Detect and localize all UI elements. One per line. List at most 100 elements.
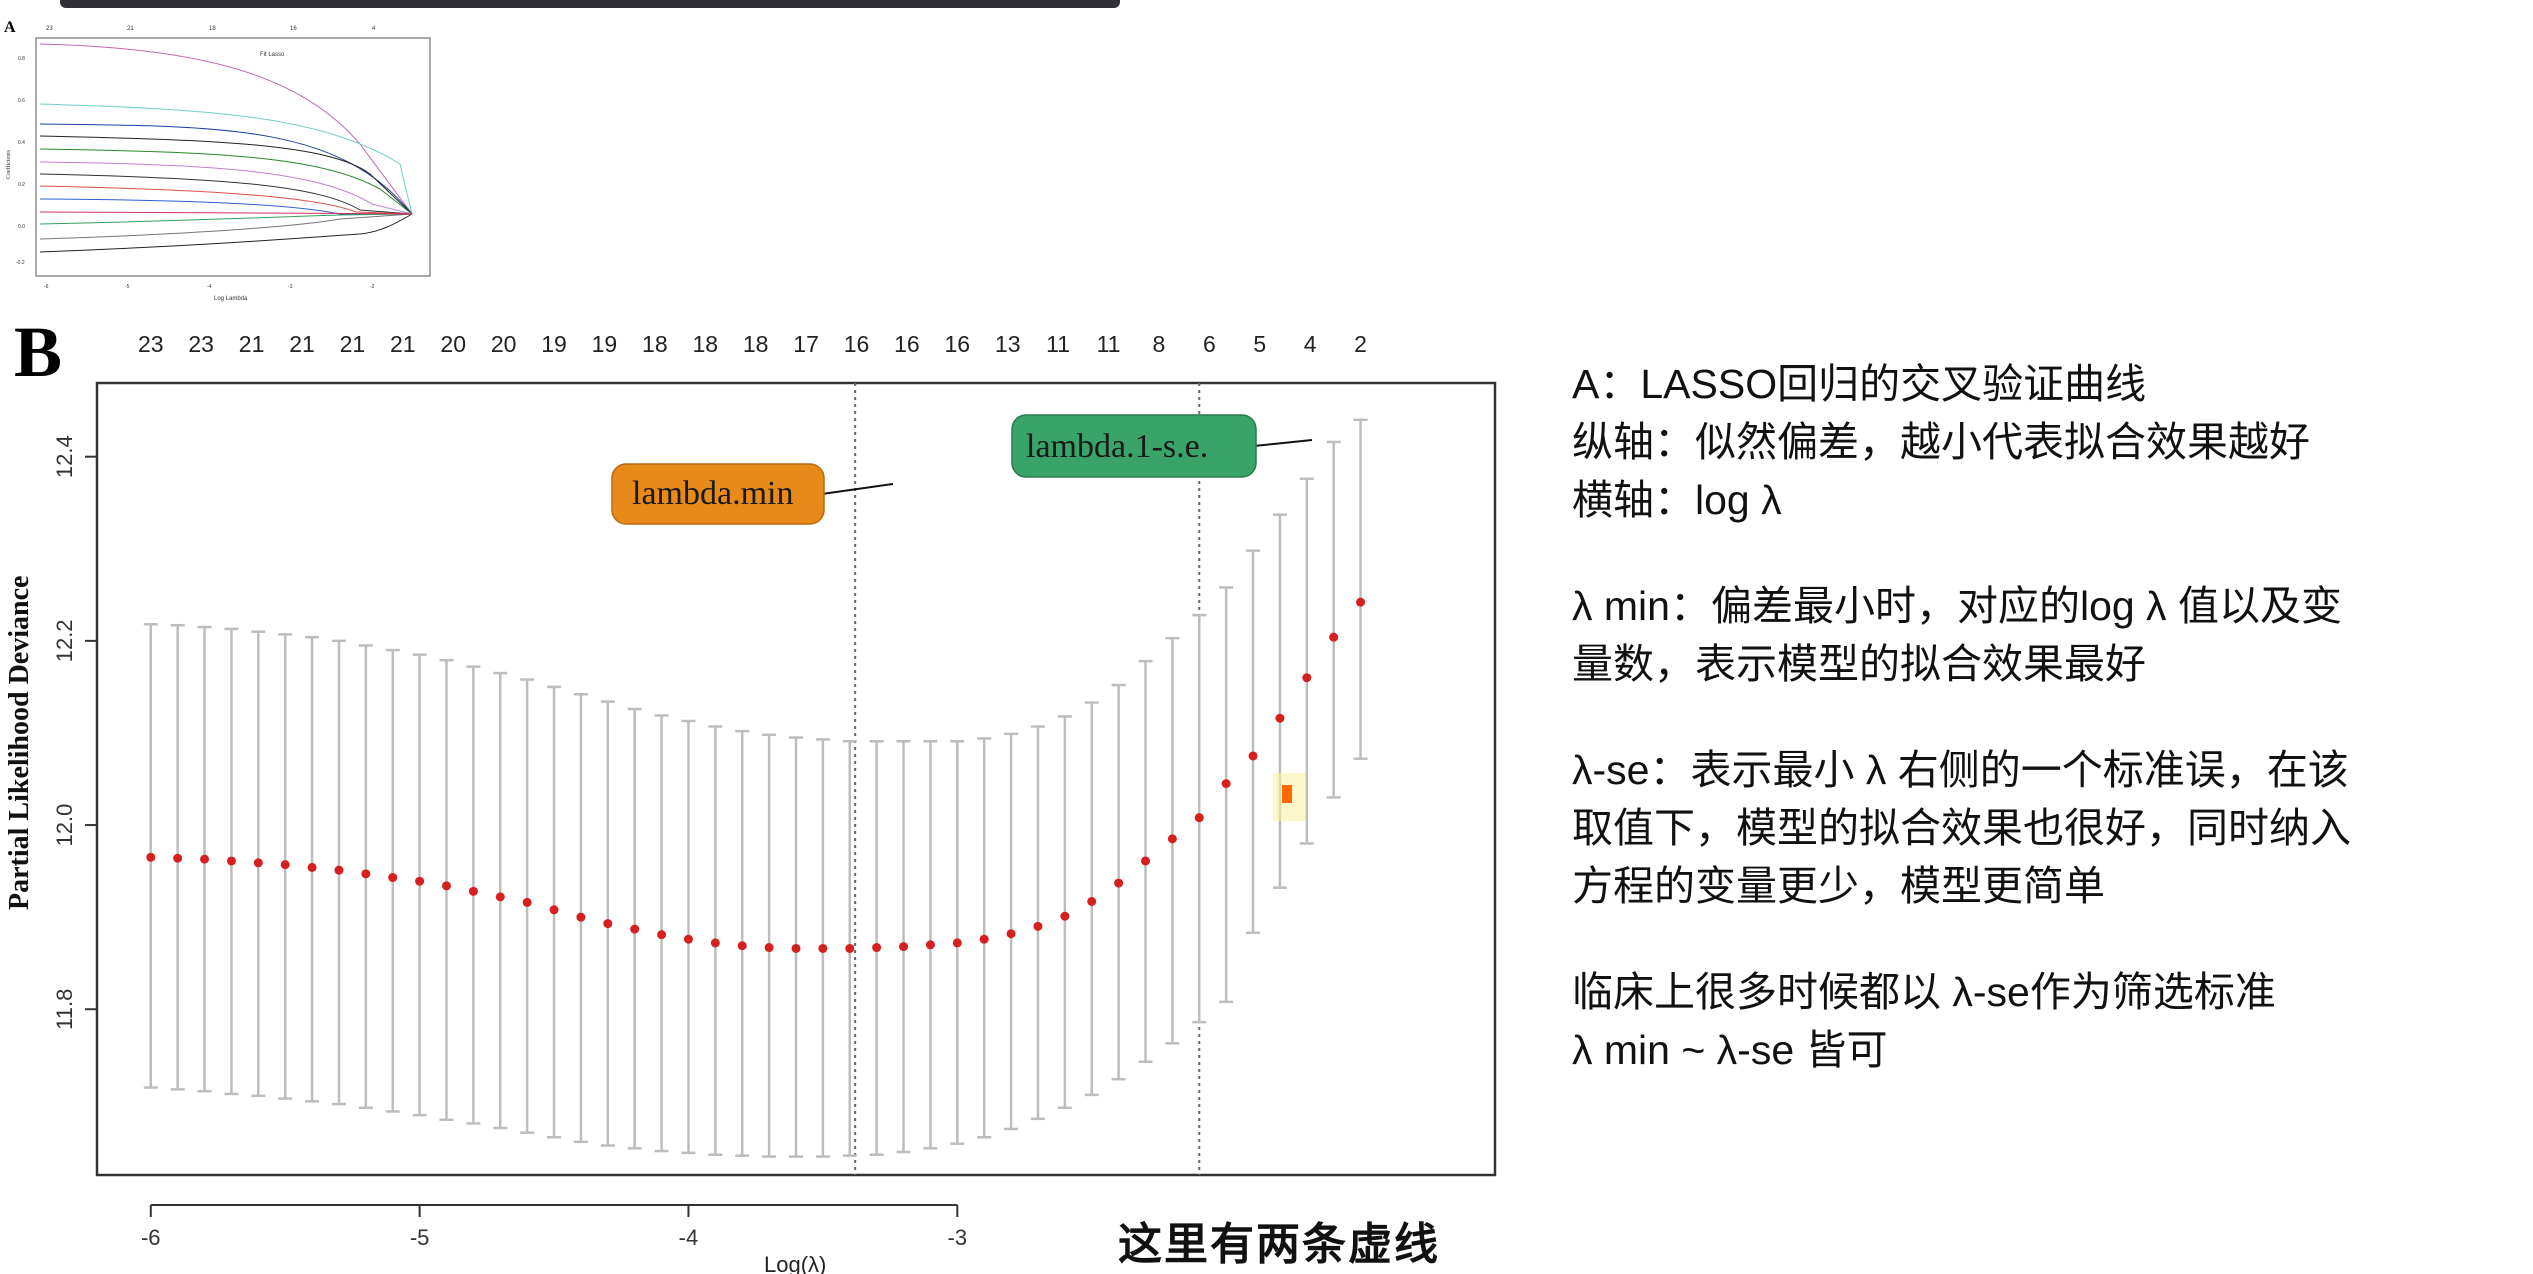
note-paragraph-lambda-se: λ-se：表示最小 λ 右侧的一个标准误，在该 取值下，模型的拟合效果也很好，同…	[1572, 741, 2512, 915]
panel-a-x-tick: -2	[370, 284, 375, 290]
panel-a-letter: A	[4, 19, 16, 36]
data-point	[710, 938, 720, 948]
panel-a-x-tick: -6	[44, 284, 49, 290]
x-tick-label: -4	[679, 1225, 699, 1250]
panel-a-top-count: 23	[46, 26, 53, 32]
panel-b-points	[146, 597, 1366, 953]
panel-a-top-counts: 23 21 18 16 4	[46, 26, 376, 32]
top-count-label: 16	[844, 331, 870, 357]
data-point	[630, 924, 640, 934]
panel-a-x-tick: -4	[207, 284, 212, 290]
top-count-label: 23	[138, 331, 164, 357]
data-point	[1221, 779, 1231, 789]
top-count-label: 21	[289, 331, 315, 357]
top-count-label: 19	[541, 331, 567, 357]
top-count-label: 16	[894, 331, 920, 357]
panel-b-x-axis: -6 -5 -4 -3	[141, 1204, 967, 1250]
top-count-label: 17	[793, 331, 819, 357]
data-point	[925, 940, 935, 950]
panel-a-top-count: 21	[127, 26, 134, 32]
data-point	[603, 919, 613, 929]
data-point	[1114, 878, 1124, 888]
note-line: 量数，表示模型的拟合效果最好	[1572, 641, 2146, 687]
top-count-label: 13	[995, 331, 1021, 357]
note-line: λ min ~ λ-se 皆可	[1572, 1027, 1888, 1073]
data-point	[280, 860, 290, 870]
data-point	[1141, 856, 1150, 866]
panel-a-y-tick: 0.4	[18, 140, 25, 146]
explanation-notes: A：LASSO回归的交叉验证曲线 纵轴：似然偏差，越小代表拟合效果越好 横轴：l…	[1572, 355, 2512, 1127]
data-point	[1275, 713, 1285, 723]
panel-b-errorbars	[143, 418, 1368, 1158]
note-line: 取值下，模型的拟合效果也很好，同时纳入	[1572, 805, 2351, 851]
panel-a-top-count: 4	[372, 26, 376, 32]
data-point	[1302, 673, 1312, 683]
top-count-label: 20	[491, 331, 517, 357]
data-point	[415, 876, 425, 886]
top-count-label: 19	[592, 331, 618, 357]
data-point	[657, 930, 667, 940]
data-point	[468, 886, 478, 896]
data-point	[791, 943, 801, 953]
panel-b-xlabel: Log(λ)	[764, 1252, 826, 1274]
panel-b-top-counts: 23 23 21 21 21 21 20 20 19 19 18 18 18 17 16 16 16 13 11 11…	[138, 331, 1367, 357]
top-count-label: 11	[1097, 331, 1121, 357]
data-point	[1329, 632, 1339, 642]
x-tick-label: -6	[141, 1225, 161, 1250]
data-point	[173, 853, 183, 863]
top-count-label: 18	[692, 331, 718, 357]
data-point	[1248, 751, 1258, 761]
lambda-min-leader	[821, 483, 894, 495]
data-point	[872, 943, 882, 953]
top-count-label: 18	[743, 331, 769, 357]
data-point	[334, 865, 344, 875]
top-count-label: 18	[642, 331, 668, 357]
top-count-label: 2	[1354, 331, 1367, 357]
panel-a-coefficient-path: A 23 21 18 16 4 Fit Lasso 0.8 0.6 0.4 0.…	[4, 19, 431, 302]
top-count-label: 16	[945, 331, 971, 357]
data-point	[1006, 929, 1016, 939]
note-paragraph-clinical: 临床上很多时候都以 λ-se作为筛选标准 λ min ~ λ-se 皆可	[1572, 963, 2512, 1079]
panel-a-y-tick: -0.2	[16, 260, 25, 266]
panel-a-y-ticks: 0.8 0.6 0.4 0.2 0.0 -0.2	[16, 56, 25, 266]
data-point	[495, 892, 505, 902]
data-point	[361, 869, 371, 879]
data-point	[1033, 921, 1043, 931]
dashed-lines-callout: 这里有两条虚线	[1118, 1220, 1440, 1269]
data-point	[818, 943, 828, 953]
panel-b-ylabel: Partial Likelihood Deviance	[4, 576, 35, 910]
note-line: 横轴：log λ	[1572, 477, 1782, 523]
data-point	[1060, 911, 1070, 921]
panel-a-coefficient-paths	[39, 43, 413, 253]
highlight-marker-core	[1282, 785, 1292, 803]
panel-a-title: Fit Lasso	[260, 52, 285, 58]
data-point	[1167, 834, 1177, 844]
note-line: λ min：偏差最小时，对应的log λ 值以及变	[1572, 583, 2342, 629]
data-point	[979, 934, 989, 944]
panel-a-x-tick: -3	[288, 284, 293, 290]
data-point	[899, 942, 909, 952]
data-point	[952, 938, 962, 948]
y-tick-label: 12.0	[52, 804, 77, 847]
data-point	[200, 854, 210, 864]
data-point	[146, 852, 156, 862]
data-point	[226, 856, 236, 866]
panel-b-vlines	[854, 383, 1201, 1175]
panel-a-y-tick: 0.6	[18, 98, 25, 104]
note-line: A：LASSO回归的交叉验证曲线	[1572, 361, 2147, 407]
data-point	[253, 858, 263, 868]
panel-b-y-axis: 11.8 12.0 12.2 12.4	[52, 435, 97, 1030]
panel-a-top-count: 16	[290, 26, 297, 32]
data-point	[1087, 896, 1097, 906]
note-line: λ-se：表示最小 λ 右侧的一个标准误，在该	[1572, 747, 2349, 793]
top-count-label: 20	[440, 331, 466, 357]
note-line: 临床上很多时候都以 λ-se作为筛选标准	[1572, 969, 2276, 1015]
note-paragraph-axes: A：LASSO回归的交叉验证曲线 纵轴：似然偏差，越小代表拟合效果越好 横轴：l…	[1572, 355, 2512, 529]
top-count-label: 8	[1153, 331, 1166, 357]
data-point	[683, 934, 693, 944]
top-count-label: 4	[1304, 331, 1317, 357]
data-point	[1356, 597, 1366, 607]
y-tick-label: 11.8	[52, 989, 77, 1030]
y-tick-label: 12.4	[52, 435, 77, 478]
data-point	[764, 943, 774, 953]
